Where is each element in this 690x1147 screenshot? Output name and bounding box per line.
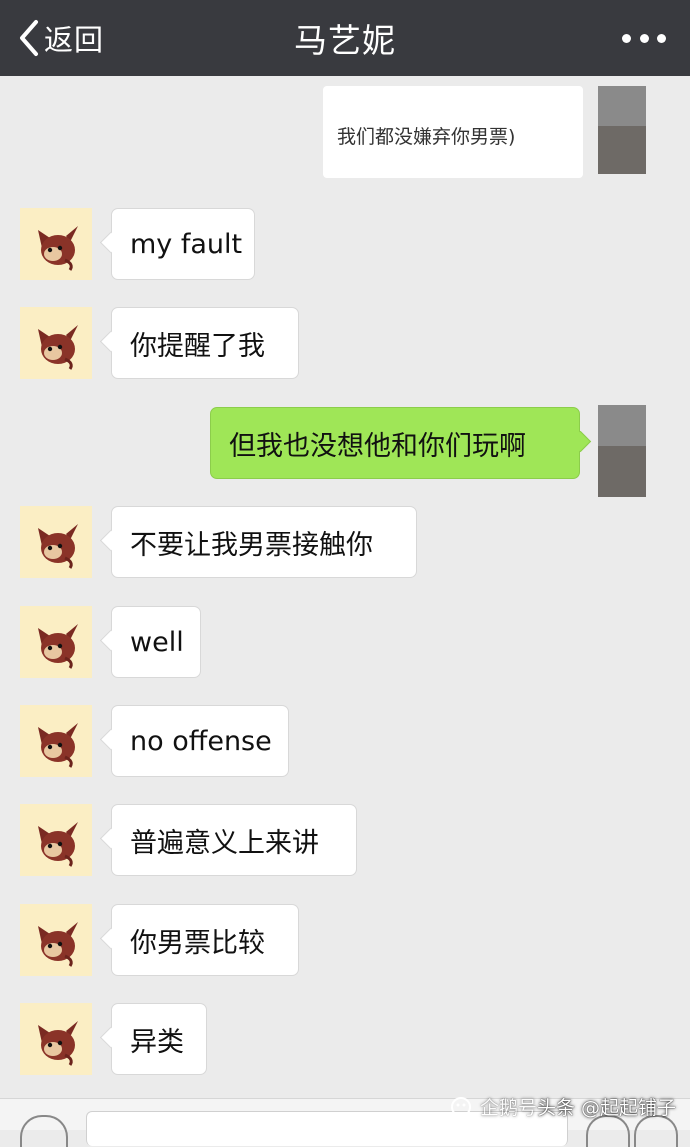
contact-avatar[interactable] xyxy=(20,1003,92,1075)
watermark-text-2: 头条 @起起铺子 xyxy=(536,1096,676,1119)
more-dots-icon xyxy=(657,33,666,43)
message-row: 你男票比较 xyxy=(0,904,690,976)
incoming-message-bubble[interactable]: 异类 xyxy=(111,1003,207,1075)
incoming-message-bubble[interactable]: 你提醒了我 xyxy=(111,307,299,379)
more-dots-icon xyxy=(639,33,649,43)
chat-header: 返回 马艺妮 xyxy=(0,0,690,76)
message-row: 你提醒了我 xyxy=(0,307,690,379)
previous-message-text: 我们都没嫌弃你男票) xyxy=(337,126,516,148)
incoming-message-bubble[interactable]: my fault xyxy=(111,208,255,280)
incoming-message-bubble[interactable]: no offense xyxy=(111,705,289,777)
voice-icon[interactable] xyxy=(20,1115,68,1147)
penguin-logo-icon xyxy=(450,1097,471,1117)
message-row: my fault xyxy=(0,208,690,280)
contact-avatar[interactable] xyxy=(20,804,92,876)
previous-message-fragment: 我们都没嫌弃你男票) xyxy=(323,86,583,178)
contact-avatar[interactable] xyxy=(20,208,92,280)
self-avatar[interactable] xyxy=(598,405,646,497)
contact-avatar[interactable] xyxy=(20,705,92,777)
incoming-message-bubble[interactable]: 你男票比较 xyxy=(111,904,299,976)
self-avatar[interactable] xyxy=(598,86,646,174)
contact-avatar[interactable] xyxy=(20,904,92,976)
incoming-message-bubble[interactable]: well xyxy=(111,606,201,678)
back-label: 返回 xyxy=(44,23,105,57)
chevron-left-icon xyxy=(20,20,38,56)
more-options-button[interactable] xyxy=(622,26,666,50)
message-row: 异类 xyxy=(0,1003,690,1075)
outgoing-message-bubble[interactable]: 但我也没想他和你们玩啊 xyxy=(210,407,580,479)
incoming-message-bubble[interactable]: 普遍意义上来讲 xyxy=(111,804,357,876)
watermark-text-1: 企鹅号 xyxy=(479,1096,537,1119)
contact-avatar[interactable] xyxy=(20,307,92,379)
message-row: 但我也没想他和你们玩啊 xyxy=(0,405,690,497)
more-dots-icon xyxy=(622,33,631,43)
message-row: well xyxy=(0,606,690,678)
contact-avatar[interactable] xyxy=(20,506,92,578)
back-button[interactable]: 返回 xyxy=(18,18,104,58)
message-row: 普遍意义上来讲 xyxy=(0,804,690,876)
message-row: 不要让我男票接触你 xyxy=(0,506,690,578)
contact-avatar[interactable] xyxy=(20,606,92,678)
message-row: no offense xyxy=(0,705,690,777)
incoming-message-bubble[interactable]: 不要让我男票接触你 xyxy=(111,506,417,578)
watermark: 企鹅号 头条 @起起铺子 xyxy=(448,1091,676,1121)
